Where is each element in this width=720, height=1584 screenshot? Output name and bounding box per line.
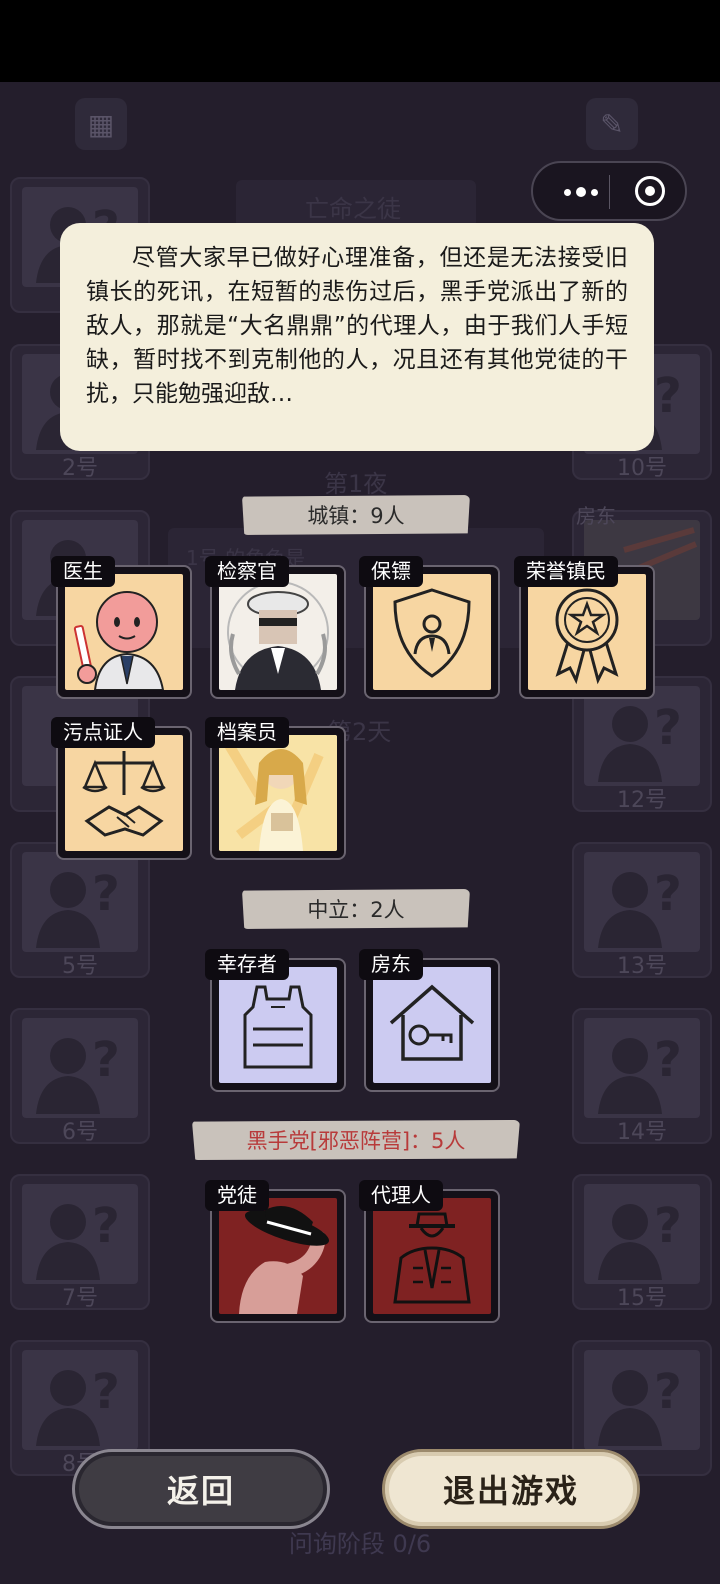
archivist-illustration — [219, 735, 337, 851]
role-tag: 医生 — [51, 556, 115, 587]
svg-text:?: ? — [654, 1364, 682, 1420]
unknown-player-avatar: ? — [584, 1350, 700, 1450]
vest-icon — [219, 967, 337, 1083]
role-tag: 污点证人 — [51, 717, 155, 748]
svg-text:?: ? — [654, 1032, 682, 1088]
quit-game-button[interactable]: 退出游戏 — [382, 1449, 640, 1529]
seat: ? 5号 — [10, 842, 150, 979]
seat-number: 5号 — [62, 954, 98, 979]
svg-text:?: ? — [654, 368, 682, 424]
close-program-icon[interactable] — [635, 176, 665, 206]
role-card-landlord[interactable]: 房东 — [359, 949, 500, 1092]
svg-text:?: ? — [92, 1198, 120, 1254]
seat-number: 15号 — [617, 1286, 667, 1311]
svg-text:?: ? — [654, 866, 682, 922]
mini-program-capsule — [531, 161, 687, 221]
prosecutor-illustration — [219, 574, 337, 690]
role-tag: 房东 — [359, 949, 423, 980]
unknown-player-avatar: ? — [22, 1350, 138, 1450]
unknown-player-avatar: ? — [22, 1018, 138, 1118]
role-card-archivist[interactable]: 档案员 — [205, 717, 346, 860]
role-card-doctor[interactable]: 医生 — [51, 556, 192, 699]
unknown-player-avatar: ? — [22, 852, 138, 952]
landlord-label: 房东 — [576, 504, 616, 528]
seat: ? 14号 — [572, 1008, 712, 1145]
role-tag: 代理人 — [359, 1180, 443, 1211]
town-section-label: 城镇：9人 — [242, 495, 470, 535]
role-tag: 荣誉镇民 — [514, 556, 618, 587]
svg-text:?: ? — [654, 1198, 682, 1254]
neutral-section-label: 中立：2人 — [242, 889, 470, 929]
svg-text:?: ? — [92, 1032, 120, 1088]
seat: ? 7号 — [10, 1174, 150, 1311]
role-card-bodyguard[interactable]: 保镖 — [359, 556, 500, 699]
more-options-icon[interactable] — [553, 177, 609, 207]
phase-indicator: 问询阶段 0/6 — [288, 1530, 432, 1558]
svg-text:?: ? — [654, 700, 682, 756]
suited-agent-icon — [373, 1198, 491, 1314]
role-card-mafia-member[interactable]: 党徒 — [205, 1180, 346, 1323]
unknown-player-avatar: ? — [22, 1184, 138, 1284]
seat: ? 15号 — [572, 1174, 712, 1311]
role-tag: 保镖 — [359, 556, 423, 587]
back-button[interactable]: 返回 — [72, 1449, 330, 1529]
role-tag: 检察官 — [205, 556, 289, 587]
house-key-icon — [373, 967, 491, 1083]
seat-number: 2号 — [62, 456, 98, 481]
svg-text:?: ? — [92, 1364, 120, 1420]
seat-number: 14号 — [617, 1120, 667, 1145]
role-card-tainted-witness[interactable]: 污点证人 — [51, 717, 192, 860]
unknown-player-avatar: ? — [584, 1184, 700, 1284]
seat: ? 6号 — [10, 1008, 150, 1145]
seat-number: 7号 — [62, 1286, 98, 1311]
unknown-player-avatar: ? — [584, 852, 700, 952]
role-tag: 党徒 — [205, 1180, 269, 1211]
unknown-player-avatar: ? — [584, 1018, 700, 1118]
doctor-illustration — [65, 574, 183, 690]
scales-handshake-icon — [65, 735, 183, 851]
story-dialog: 尽管大家早已做好心理准备，但还是无法接受旧镇长的死讯，在短暂的悲伤过后，黑手党派… — [60, 223, 654, 451]
role-tag: 档案员 — [205, 717, 289, 748]
role-tag: 幸存者 — [205, 949, 289, 980]
medal-icon — [528, 574, 646, 690]
seat-number: 13号 — [617, 954, 667, 979]
mafia-member-illustration — [219, 1198, 337, 1314]
seat-number: 10号 — [617, 456, 667, 481]
shield-icon — [373, 574, 491, 690]
seat-number: 12号 — [617, 788, 667, 813]
seat-number: 6号 — [62, 1120, 98, 1145]
svg-text:?: ? — [92, 866, 120, 922]
capsule-divider — [609, 175, 610, 209]
unknown-player-avatar: ? — [584, 686, 700, 786]
game-title: 亡命之徒 — [305, 195, 401, 223]
role-card-prosecutor[interactable]: 检察官 — [205, 556, 346, 699]
role-card-survivor[interactable]: 幸存者 — [205, 949, 346, 1092]
map-icon: ▦ — [75, 98, 127, 150]
role-card-proxy[interactable]: 代理人 — [359, 1180, 500, 1323]
quill-icon: ✎ — [586, 98, 638, 150]
seat: ? 13号 — [572, 842, 712, 979]
mafia-section-label: 黑手党[邪恶阵营]：5人 — [192, 1120, 520, 1160]
night-label: 第1夜 — [324, 470, 388, 498]
status-bar — [0, 0, 720, 82]
role-card-honored-citizen[interactable]: 荣誉镇民 — [514, 556, 655, 699]
